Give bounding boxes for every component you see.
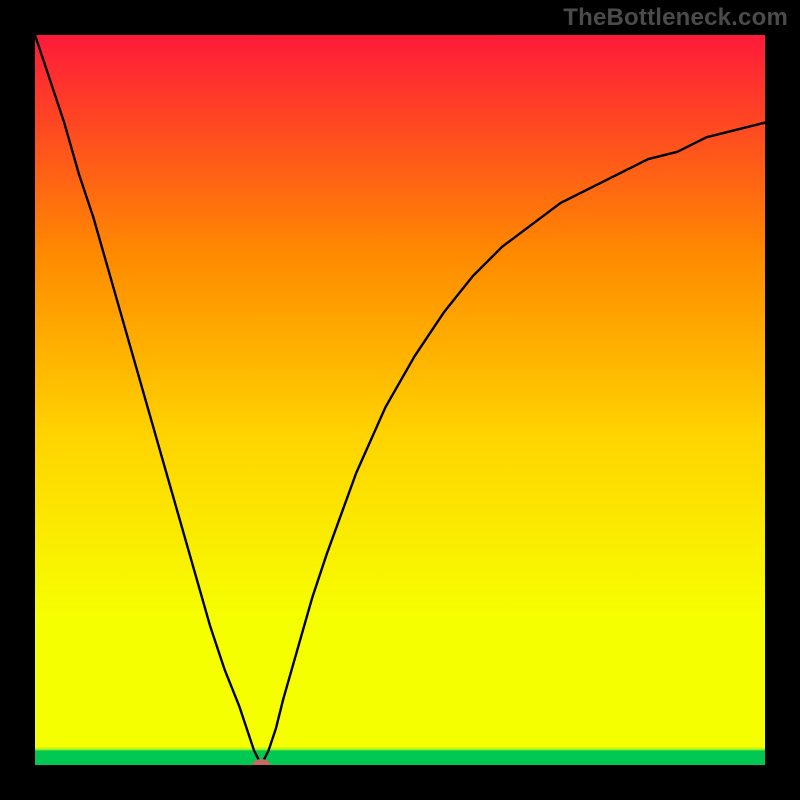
green-band	[35, 750, 765, 765]
watermark-text: TheBottleneck.com	[563, 4, 788, 32]
chart-stage: TheBottleneck.com	[0, 0, 800, 800]
plot-area	[35, 35, 765, 765]
chart-svg	[35, 35, 765, 765]
